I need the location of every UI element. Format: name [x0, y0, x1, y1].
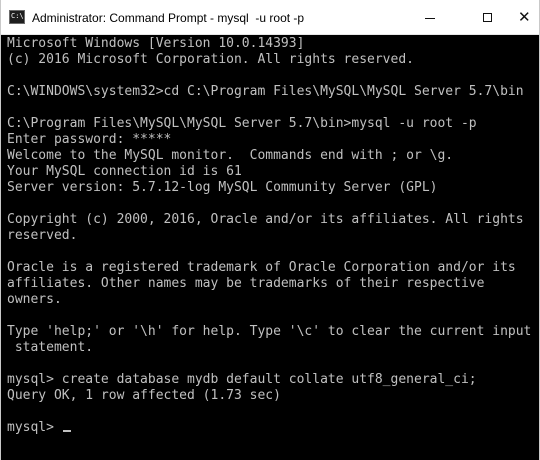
console-line: owners. [7, 292, 62, 307]
console-line: mysql> create database mydb default coll… [7, 372, 477, 387]
console-line: C:\WINDOWS\system32>cd C:\Program Files\… [7, 84, 524, 99]
console-line: statement. [7, 340, 94, 355]
minimize-button[interactable] [407, 0, 453, 35]
console-line: Query OK, 1 row affected (1.73 sec) [7, 388, 281, 403]
console-line: affiliates. Other names may be trademark… [7, 276, 485, 291]
console-line: Microsoft Windows [Version 10.0.14393] [7, 36, 305, 51]
console-line: Server version: 5.7.12-log MySQL Communi… [7, 180, 438, 195]
console-line: (c) 2016 Microsoft Corporation. All righ… [7, 52, 414, 67]
console-line: C:\Program Files\MySQL\MySQL Server 5.7\… [7, 116, 477, 131]
console-line: Oracle is a registered trademark of Orac… [7, 260, 516, 275]
minimize-icon [425, 18, 435, 19]
console-line: Welcome to the MySQL monitor. Commands e… [7, 148, 454, 163]
mysql-prompt: mysql> [7, 420, 62, 435]
prompt-line[interactable]: mysql> [7, 420, 539, 436]
console-line: reserved. [7, 228, 78, 243]
window-title: Administrator: Command Prompt - mysql -u… [32, 11, 305, 25]
close-icon: ✕ [518, 8, 531, 26]
console-line: Type 'help;' or '\h' for help. Type '\c'… [7, 324, 532, 339]
console-output[interactable]: Microsoft Windows [Version 10.0.14393] (… [7, 36, 539, 460]
console-line: Copyright (c) 2000, 2016, Oracle and/or … [7, 212, 524, 227]
text-cursor [62, 430, 71, 432]
title-bar[interactable]: C:\ Administrator: Command Prompt - mysq… [1, 0, 539, 35]
app-icon-glyph: C:\ [11, 12, 24, 20]
console-line: Your MySQL connection id is 61 [7, 164, 242, 179]
console-line: Enter password: ***** [7, 132, 172, 147]
maximize-icon [483, 13, 492, 22]
command-prompt-icon[interactable]: C:\ [9, 10, 25, 24]
command-prompt-window: C:\ Administrator: Command Prompt - mysq… [0, 0, 540, 460]
maximize-button[interactable] [465, 0, 511, 35]
close-button[interactable]: ✕ [509, 0, 539, 35]
